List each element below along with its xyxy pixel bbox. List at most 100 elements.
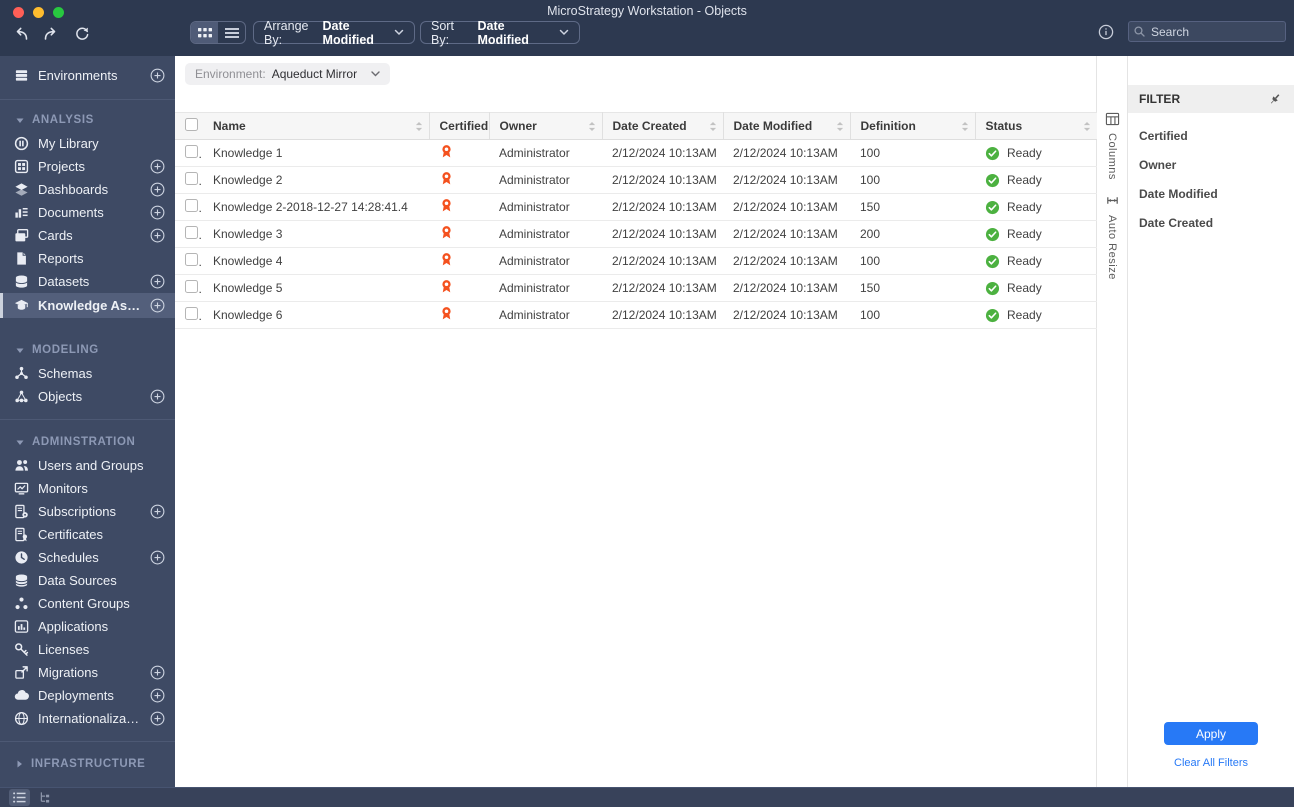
column-header-owner[interactable]: Owner (489, 112, 603, 140)
environment-dropdown[interactable]: Environment: Aqueduct Mirror (185, 63, 391, 85)
date-modified-cell: 2/12/2024 10:13AM (723, 274, 850, 302)
add-icon[interactable] (150, 274, 175, 289)
sidebar-item-dashboards[interactable]: Dashboards (0, 178, 175, 201)
table-row[interactable]: Knowledge 1 Administrator 2/12/2024 10:13A… (175, 139, 1097, 167)
sidebar-item-certificates[interactable]: Certificates (0, 523, 175, 546)
auto-resize-label[interactable]: Auto Resize (1106, 215, 1118, 280)
sort-by-dropdown[interactable]: Sort By: Date Modified (420, 19, 580, 47)
sidebar-item-label: Knowledge Assets (38, 298, 141, 313)
add-icon[interactable] (150, 550, 175, 565)
apply-button[interactable]: Apply (1164, 722, 1258, 745)
footer-list-view-button[interactable] (9, 789, 30, 806)
table-row[interactable]: Knowledge 2 Administrator 2/12/2024 10:13A… (175, 166, 1097, 194)
row-checkbox[interactable] (185, 145, 198, 158)
status-cell: Ready (975, 139, 1097, 167)
sidebar-item-licenses[interactable]: Licenses (0, 638, 175, 661)
sidebar-item-content-groups[interactable]: Content Groups (0, 592, 175, 615)
sidebar-item-internationalization[interactable]: Internationalization (0, 707, 175, 730)
add-icon[interactable] (150, 159, 175, 174)
section-analysis[interactable]: ANALYSIS (0, 108, 175, 132)
forward-button[interactable] (40, 22, 62, 44)
sidebar-item-data-sources[interactable]: Data Sources (0, 569, 175, 592)
row-checkbox[interactable] (185, 199, 198, 212)
sidebar-item-objects[interactable]: Objects (0, 385, 175, 408)
add-icon[interactable] (150, 711, 175, 726)
column-header-certified[interactable]: Certified (429, 112, 490, 140)
add-icon[interactable] (150, 182, 175, 197)
table-row[interactable]: Knowledge 5 Administrator 2/12/2024 10:13A… (175, 274, 1097, 302)
sidebar-item-label: Projects (38, 159, 85, 174)
owner-cell: Administrator (489, 247, 602, 275)
sidebar-item-knowledge-assets[interactable]: Knowledge Assets (0, 293, 175, 318)
column-header-date-modified[interactable]: Date Modified (723, 112, 851, 140)
table-row[interactable]: Knowledge 6 Administrator 2/12/2024 10:13A… (175, 301, 1097, 329)
columns-label[interactable]: Columns (1106, 133, 1118, 180)
sidebar-item-cards[interactable]: Cards (0, 224, 175, 247)
status-cell: Ready (975, 247, 1097, 275)
filter-item-date-created[interactable]: Date Created (1128, 208, 1294, 237)
sidebar-item-projects[interactable]: Projects (0, 155, 175, 178)
row-checkbox[interactable] (185, 226, 198, 239)
sidebar-item-reports[interactable]: Reports (0, 247, 175, 270)
owner-cell: Administrator (489, 301, 602, 329)
row-checkbox[interactable] (185, 307, 198, 320)
select-all-header[interactable] (175, 112, 203, 140)
grid-view-button[interactable] (191, 22, 218, 43)
row-checkbox[interactable] (185, 253, 198, 266)
section-infrastructure[interactable]: INFRASTRUCTURE (0, 752, 175, 776)
info-button[interactable] (1098, 24, 1114, 40)
back-button[interactable] (9, 22, 31, 44)
sidebar-item-users-and-groups[interactable]: Users and Groups (0, 454, 175, 477)
auto-resize-button[interactable] (1105, 193, 1120, 208)
clear-all-filters-link[interactable]: Clear All Filters (1128, 757, 1294, 769)
sidebar-item-datasets[interactable]: Datasets (0, 270, 175, 293)
sidebar-item-subscriptions[interactable]: Subscriptions (0, 500, 175, 523)
footer-tree-view-button[interactable] (39, 791, 53, 804)
sidebar-item-environments[interactable]: Environments (0, 62, 175, 88)
table-row[interactable]: Knowledge 2-2018-12-27 14:28:41.4 Adminis… (175, 193, 1097, 221)
add-environment-icon[interactable] (150, 68, 175, 83)
table-row[interactable]: Knowledge 4 Administrator 2/12/2024 10:13A… (175, 247, 1097, 275)
column-header-date-created[interactable]: Date Created (602, 112, 724, 140)
sidebar-item-documents[interactable]: Documents (0, 201, 175, 224)
arrange-by-dropdown[interactable]: Arrange By: Date Modified (253, 19, 415, 47)
section-label: INFRASTRUCTURE (31, 758, 146, 770)
section-administration[interactable]: ADMINSTRATION (0, 430, 175, 454)
add-icon[interactable] (150, 298, 175, 313)
list-view-button[interactable] (218, 22, 245, 43)
add-icon[interactable] (150, 665, 175, 680)
status-cell: Ready (975, 220, 1097, 248)
titlebar: MicroStrategy Workstation - Objects Arra… (0, 0, 1294, 56)
add-icon[interactable] (150, 504, 175, 519)
sidebar-item-applications[interactable]: Applications (0, 615, 175, 638)
add-icon[interactable] (150, 205, 175, 220)
pin-icon[interactable] (1268, 92, 1282, 106)
column-header-name[interactable]: Name (203, 112, 430, 140)
sidebar-item-monitors[interactable]: Monitors (0, 477, 175, 500)
add-icon[interactable] (150, 389, 175, 404)
refresh-button[interactable] (71, 22, 93, 44)
columns-button[interactable] (1105, 112, 1120, 126)
search-input[interactable] (1128, 21, 1286, 42)
row-checkbox[interactable] (185, 280, 198, 293)
filter-item-owner[interactable]: Owner (1128, 150, 1294, 179)
sidebar-item-schemas[interactable]: Schemas (0, 362, 175, 385)
sidebar-item-migrations[interactable]: Migrations (0, 661, 175, 684)
filter-item-date-modified[interactable]: Date Modified (1128, 179, 1294, 208)
sidebar-item-deployments[interactable]: Deployments (0, 684, 175, 707)
sort-icon (961, 121, 968, 131)
column-header-status[interactable]: Status (975, 112, 1097, 140)
select-all-checkbox[interactable] (185, 118, 198, 131)
column-header-definition[interactable]: Definition (850, 112, 976, 140)
sidebar-item-label: Objects (38, 389, 83, 404)
environment-value: Aqueduct Mirror (271, 67, 358, 81)
row-checkbox[interactable] (185, 172, 198, 185)
section-modeling[interactable]: MODELING (0, 338, 175, 362)
sidebar-item-my-library[interactable]: My Library (0, 132, 175, 155)
section-label: MODELING (32, 344, 99, 356)
add-icon[interactable] (150, 228, 175, 243)
table-row[interactable]: Knowledge 3 Administrator 2/12/2024 10:13A… (175, 220, 1097, 248)
add-icon[interactable] (150, 688, 175, 703)
sidebar-item-schedules[interactable]: Schedules (0, 546, 175, 569)
filter-item-certified[interactable]: Certified (1128, 121, 1294, 150)
